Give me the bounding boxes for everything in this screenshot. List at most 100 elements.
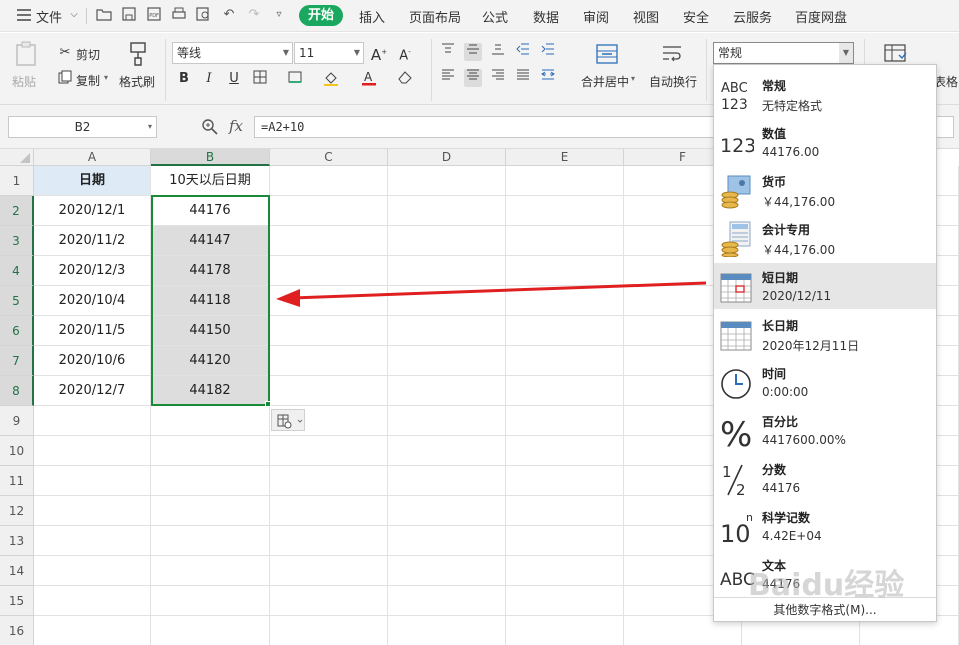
align-right-icon[interactable] [489,69,507,87]
row-header-8[interactable]: 8 [0,376,34,406]
cell[interactable] [506,436,624,466]
format-option[interactable]: 123 数值 44176.00 [714,119,936,165]
align-center-icon[interactable] [464,69,482,87]
cell[interactable] [34,556,151,586]
chevron-down-icon[interactable]: ⌵ [66,7,82,23]
cell[interactable]: 2020/10/6 [34,346,151,376]
cell[interactable] [151,466,270,496]
redo-icon[interactable]: ↷ [246,7,262,23]
cell[interactable] [270,436,388,466]
cell[interactable]: 44182 [151,376,270,406]
clear-format-icon[interactable] [396,70,414,88]
increase-indent-icon[interactable] [539,43,557,61]
cell[interactable] [270,346,388,376]
cell[interactable]: 44120 [151,346,270,376]
cell[interactable]: 2020/12/1 [34,196,151,226]
cell[interactable] [506,316,624,346]
cell[interactable] [151,406,270,436]
cell[interactable] [34,466,151,496]
column-header-b[interactable]: B [151,149,270,166]
cell[interactable] [270,496,388,526]
save-icon[interactable] [121,7,137,23]
tab-formulas[interactable]: 公式 [482,7,508,26]
name-box[interactable]: B2 ▾ [8,116,157,138]
open-folder-icon[interactable] [96,7,112,23]
cell[interactable] [388,346,506,376]
zoom-search-icon[interactable] [201,118,219,136]
cell[interactable]: 44176 [151,196,270,226]
copy-dropdown-icon[interactable]: ▾ [104,73,108,82]
tab-review[interactable]: 审阅 [583,7,609,26]
align-left-icon[interactable] [439,69,457,87]
cell[interactable]: 日期 [34,166,151,196]
column-header-c[interactable]: C [270,149,388,166]
cell[interactable]: 2020/11/5 [34,316,151,346]
fill-color-icon[interactable] [322,70,340,88]
cell[interactable] [506,616,624,645]
underline-icon[interactable]: U [225,70,243,88]
more-number-formats-button[interactable]: 其他数字格式(M)... [714,597,936,621]
row-header-2[interactable]: 2 [0,196,34,226]
tab-data[interactable]: 数据 [533,7,559,26]
cell[interactable] [506,406,624,436]
quick-analysis-button[interactable] [271,409,305,431]
cell[interactable] [388,196,506,226]
file-menu[interactable]: 文件 [36,7,62,26]
row-header-5[interactable]: 5 [0,286,34,316]
column-header-a[interactable]: A [34,149,151,166]
format-option[interactable]: 长日期 2020年12月11日 [714,311,936,357]
format-option[interactable]: 1 2 分数 44176 [714,455,936,501]
cell[interactable] [388,496,506,526]
cell[interactable] [34,436,151,466]
tab-page-layout[interactable]: 页面布局 [409,7,461,26]
cell[interactable] [270,196,388,226]
cell[interactable] [506,376,624,406]
format-painter-button[interactable]: 格式刷 [119,73,155,90]
tab-home[interactable]: 开始 [299,5,343,26]
cell[interactable] [151,556,270,586]
cell[interactable] [506,196,624,226]
font-size-select[interactable]: 11 ▼ [294,42,364,64]
align-middle-icon[interactable] [464,43,482,61]
wrap-text-icon[interactable] [661,43,683,65]
tab-insert[interactable]: 插入 [359,7,385,26]
cell[interactable] [506,346,624,376]
format-option[interactable]: 货币 ￥44,176.00 [714,167,936,213]
tab-cloud-service[interactable]: 云服务 [733,7,772,26]
borders-icon[interactable] [251,70,269,88]
cell[interactable] [388,166,506,196]
justify-icon[interactable] [514,69,532,87]
row-header-10[interactable]: 10 [0,436,34,466]
format-option[interactable]: ABC 123 常规 无特定格式 [714,71,936,117]
cell[interactable] [151,496,270,526]
cell[interactable] [506,226,624,256]
format-option[interactable]: ABC 文本 44176 [714,551,936,597]
font-name-select[interactable]: 等线 ▼ [172,42,293,64]
hamburger-menu-icon[interactable] [16,8,32,24]
decrease-indent-icon[interactable] [514,43,532,61]
cell[interactable] [270,556,388,586]
cell[interactable] [34,406,151,436]
font-color-icon[interactable]: A [360,69,378,87]
bold-icon[interactable]: B [175,70,193,88]
cell-style-icon[interactable] [286,70,304,88]
cell[interactable] [506,586,624,616]
cell[interactable] [151,526,270,556]
tab-view[interactable]: 视图 [633,7,659,26]
wrap-text-button[interactable]: 自动换行 [649,73,697,90]
function-fx-icon[interactable]: fx [229,117,243,135]
cell[interactable] [506,166,624,196]
cell[interactable]: 2020/10/4 [34,286,151,316]
cell[interactable] [270,586,388,616]
cell[interactable] [506,496,624,526]
cell[interactable] [388,586,506,616]
export-pdf-icon[interactable]: PDF [146,7,162,23]
cell[interactable] [270,376,388,406]
cell[interactable] [270,526,388,556]
merge-center-icon[interactable] [596,43,618,65]
cell[interactable] [388,616,506,645]
row-header-1[interactable]: 1 [0,166,34,196]
cell[interactable]: 44118 [151,286,270,316]
decrease-font-icon[interactable]: A- [396,43,414,63]
copy-button[interactable]: 复制 [76,72,100,89]
